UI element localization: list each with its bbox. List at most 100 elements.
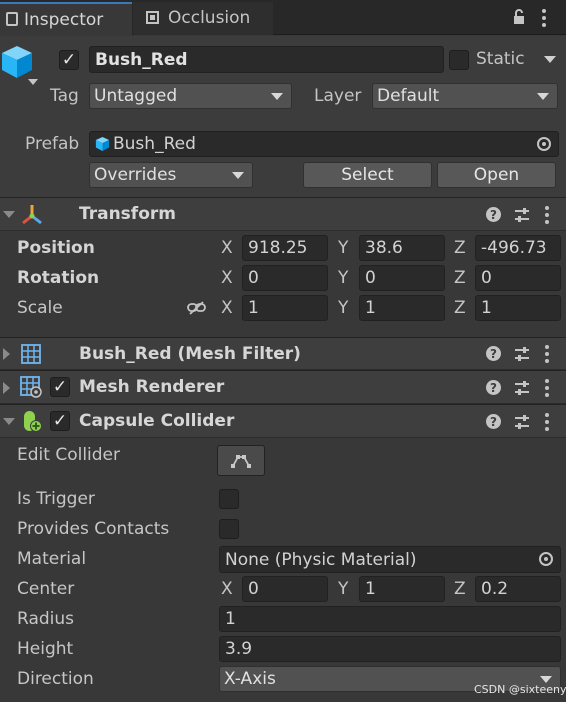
axis-y-label[interactable]: Y xyxy=(338,240,348,257)
prefab-label: Prefab xyxy=(25,134,80,154)
preset-icon[interactable] xyxy=(514,207,530,223)
tab-occlusion[interactable]: Occlusion xyxy=(133,2,273,35)
help-icon[interactable]: ? xyxy=(486,346,501,361)
scale-y-field[interactable]: 1 xyxy=(359,295,445,321)
header-icons: ? xyxy=(476,198,566,230)
mesh-filter-header[interactable]: Bush_Red (Mesh Filter) ? xyxy=(0,337,566,370)
transform-header[interactable]: Transform ? xyxy=(0,197,566,231)
axis-x-label[interactable]: X xyxy=(221,300,233,317)
static-checkbox[interactable] xyxy=(449,50,469,70)
tag-dropdown[interactable]: Untagged xyxy=(89,83,292,109)
overrides-dropdown[interactable]: Overrides xyxy=(89,162,253,188)
tab-occlusion-label: Occlusion xyxy=(168,8,251,28)
help-icon[interactable]: ? xyxy=(486,207,501,222)
context-menu-icon[interactable] xyxy=(544,206,550,224)
context-menu-icon[interactable] xyxy=(544,413,550,431)
position-x-field[interactable]: 918.25 xyxy=(242,235,328,261)
capsule-collider-enabled-checkbox[interactable]: ✓ xyxy=(50,411,70,431)
mesh-filter-icon xyxy=(21,344,41,364)
axis-y-label[interactable]: Y xyxy=(338,270,348,287)
axis-z-label[interactable]: Z xyxy=(454,240,466,257)
material-field[interactable]: None (Physic Material) xyxy=(219,546,561,573)
axis-z-label[interactable]: Z xyxy=(454,581,466,598)
preset-icon[interactable] xyxy=(514,346,530,362)
cube-icon[interactable] xyxy=(0,44,34,80)
capsule-collider-header[interactable]: ✓ Capsule Collider ? xyxy=(0,404,566,438)
constrain-proportions-icon[interactable] xyxy=(187,301,207,315)
foldout-arrow-icon[interactable] xyxy=(3,211,15,218)
prefab-asset-field[interactable]: Bush_Red xyxy=(89,131,559,157)
inspector-icon xyxy=(6,12,18,26)
scale-z-field[interactable]: 1 xyxy=(475,295,561,321)
center-y-field[interactable]: 1 xyxy=(359,576,445,602)
tag-label: Tag xyxy=(50,86,79,106)
rotation-y-field[interactable]: 0 xyxy=(359,265,445,291)
icon-dropdown-arrow[interactable] xyxy=(28,79,38,85)
position-y-field[interactable]: 38.6 xyxy=(359,235,445,261)
axis-y-label[interactable]: Y xyxy=(338,300,348,317)
chevron-down-icon xyxy=(271,93,283,100)
context-menu-icon[interactable] xyxy=(544,379,550,397)
occlusion-icon xyxy=(146,11,159,24)
capsule-collider-title: Capsule Collider xyxy=(79,411,235,431)
foldout-arrow-icon[interactable] xyxy=(3,348,10,360)
edit-collider-label: Edit Collider xyxy=(17,445,121,465)
is-trigger-label: Is Trigger xyxy=(17,489,95,509)
mesh-renderer-icon xyxy=(20,376,42,398)
mesh-renderer-enabled-checkbox[interactable]: ✓ xyxy=(50,377,70,397)
mesh-renderer-title: Mesh Renderer xyxy=(79,377,225,397)
object-picker-icon[interactable] xyxy=(537,137,551,151)
context-menu-icon[interactable] xyxy=(544,345,550,363)
provides-contacts-label: Provides Contacts xyxy=(17,519,170,539)
prefab-asset-name: Bush_Red xyxy=(113,134,196,154)
axis-z-label[interactable]: Z xyxy=(454,300,466,317)
center-z-field[interactable]: 0.2 xyxy=(475,576,561,602)
foldout-arrow-icon[interactable] xyxy=(3,382,10,394)
object-picker-icon[interactable] xyxy=(539,552,553,566)
edit-collider-button[interactable] xyxy=(217,445,265,476)
mesh-renderer-header[interactable]: ✓ Mesh Renderer ? xyxy=(0,370,566,404)
direction-label: Direction xyxy=(17,669,94,689)
name-field[interactable]: Bush_Red xyxy=(89,46,444,73)
static-dropdown-arrow[interactable] xyxy=(544,56,556,63)
layer-dropdown[interactable]: Default xyxy=(372,83,558,109)
position-z-field[interactable]: -496.73 xyxy=(475,235,561,261)
axis-x-label[interactable]: X xyxy=(221,581,233,598)
open-button[interactable]: Open xyxy=(437,162,556,188)
foldout-arrow-icon[interactable] xyxy=(3,418,15,425)
axis-z-label[interactable]: Z xyxy=(454,270,466,287)
mesh-filter-title: Bush_Red (Mesh Filter) xyxy=(79,344,301,364)
radius-field[interactable]: 1 xyxy=(219,606,561,632)
center-x-field[interactable]: 0 xyxy=(242,576,328,602)
help-icon[interactable]: ? xyxy=(486,414,501,429)
overrides-label: Overrides xyxy=(94,165,177,185)
tag-value: Untagged xyxy=(94,86,178,106)
help-icon[interactable]: ? xyxy=(486,380,501,395)
scale-x-field[interactable]: 1 xyxy=(242,295,328,321)
static-label: Static xyxy=(476,49,525,69)
tab-menu-icon[interactable] xyxy=(541,9,547,27)
chevron-down-icon xyxy=(540,676,552,683)
rotation-x-field[interactable]: 0 xyxy=(242,265,328,291)
tab-inspector[interactable]: Inspector xyxy=(0,2,132,35)
provides-contacts-checkbox[interactable] xyxy=(219,519,239,539)
preset-icon[interactable] xyxy=(514,414,530,430)
select-button[interactable]: Select xyxy=(303,162,432,188)
prefab-cube-icon xyxy=(95,136,110,152)
active-checkbox[interactable]: ✓ xyxy=(59,50,79,70)
edit-collider-icon xyxy=(231,454,251,468)
rotation-z-field[interactable]: 0 xyxy=(475,265,561,291)
header-icons: ? xyxy=(476,338,566,369)
lock-icon[interactable] xyxy=(513,8,525,25)
is-trigger-checkbox[interactable] xyxy=(219,489,239,509)
chevron-down-icon xyxy=(537,93,549,100)
height-field[interactable]: 3.9 xyxy=(219,636,561,662)
preset-icon[interactable] xyxy=(514,380,530,396)
position-label: Position xyxy=(17,238,95,258)
axis-x-label[interactable]: X xyxy=(221,270,233,287)
axis-y-label[interactable]: Y xyxy=(338,581,348,598)
axis-x-label[interactable]: X xyxy=(221,240,233,257)
chevron-down-icon xyxy=(232,172,244,179)
radius-label: Radius xyxy=(17,609,75,629)
rotation-label: Rotation xyxy=(17,268,100,288)
